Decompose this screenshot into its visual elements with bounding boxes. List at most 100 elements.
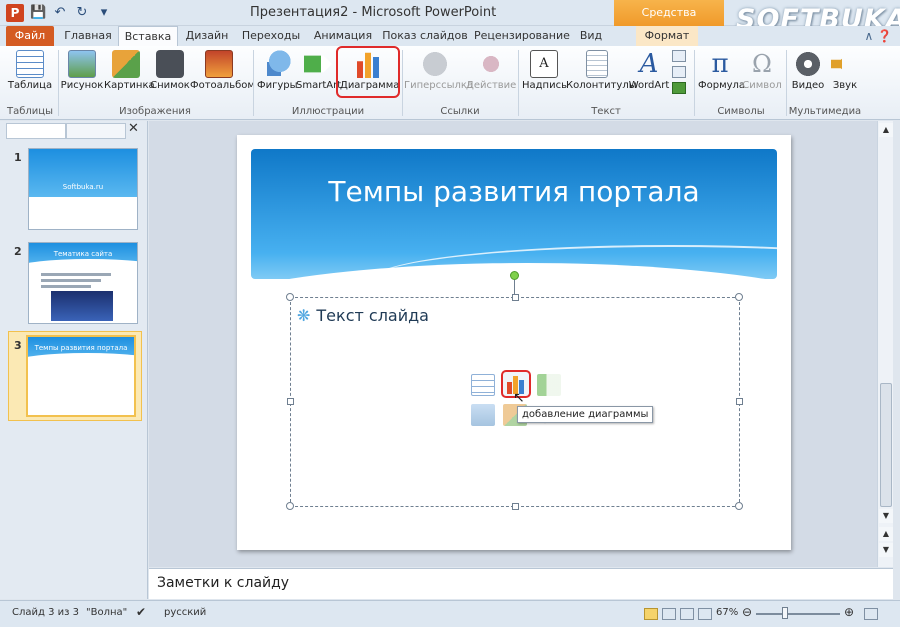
resize-handle[interactable] bbox=[735, 502, 743, 510]
separator bbox=[694, 50, 695, 116]
vertical-scrollbar[interactable]: ▲ ▼ ▲ ▼ bbox=[877, 121, 893, 567]
slide-sorter-icon[interactable] bbox=[662, 608, 676, 620]
chart-tooltip: добавление диаграммы bbox=[517, 406, 654, 423]
rotation-handle[interactable] bbox=[510, 271, 519, 280]
group-media: Мультимедиа bbox=[788, 106, 862, 117]
resize-handle[interactable] bbox=[287, 398, 294, 405]
tab-view[interactable]: Вид bbox=[574, 26, 608, 46]
small-text-buttons[interactable] bbox=[672, 50, 690, 94]
tab-slides[interactable] bbox=[6, 123, 66, 139]
tab-file[interactable]: Файл bbox=[6, 26, 54, 46]
thumb-number: 2 bbox=[14, 245, 22, 258]
help-icons[interactable]: ∧ ❓ bbox=[864, 29, 892, 43]
speaker-icon bbox=[831, 51, 851, 77]
resize-handle[interactable] bbox=[512, 503, 519, 510]
photoalbum-icon bbox=[205, 50, 233, 78]
textbox-icon: A bbox=[530, 50, 558, 78]
textbox-button[interactable]: A Надпись bbox=[522, 50, 567, 91]
zoom-out-icon[interactable]: ⊖ bbox=[742, 605, 752, 619]
save-icon[interactable]: 💾 bbox=[30, 5, 46, 21]
theme-name[interactable]: "Волна" bbox=[86, 607, 127, 618]
headerfooter-button[interactable]: Колонтитулы bbox=[566, 50, 637, 91]
mouse-cursor-icon: ↖ bbox=[513, 390, 525, 406]
status-bar: Слайд 3 из 3 "Волна" ✔ русский 67% ⊖ ⊕ bbox=[0, 600, 900, 627]
thumb-wave bbox=[28, 353, 134, 369]
slide-thumbnail-3[interactable]: Темпы развития портала bbox=[26, 335, 136, 417]
resize-handle[interactable] bbox=[736, 398, 743, 405]
language[interactable]: русский bbox=[164, 607, 206, 618]
spellcheck-icon[interactable]: ✔ bbox=[136, 605, 146, 619]
insert-picture-icon[interactable] bbox=[471, 404, 495, 426]
shapes-button[interactable]: Фигуры bbox=[257, 50, 298, 91]
picture-button[interactable]: Рисунок bbox=[60, 50, 104, 91]
hyperlink-button[interactable]: Гиперссылка bbox=[404, 50, 473, 91]
tab-outline[interactable] bbox=[66, 123, 126, 139]
tab-format[interactable]: Формат bbox=[636, 26, 698, 46]
body-text[interactable]: ❋ Текст слайда bbox=[297, 306, 429, 325]
table-button[interactable]: Таблица bbox=[6, 50, 54, 91]
scroll-up-icon[interactable]: ▲ bbox=[879, 123, 893, 137]
zoom-in-icon[interactable]: ⊕ bbox=[844, 605, 854, 619]
close-icon[interactable]: ✕ bbox=[128, 121, 139, 136]
zoom-slider-knob[interactable] bbox=[782, 607, 788, 619]
screenshot-button[interactable]: Снимок bbox=[150, 50, 190, 91]
resize-handle[interactable] bbox=[735, 293, 743, 301]
audio-button[interactable]: Звук bbox=[830, 50, 860, 91]
slideshow-icon[interactable] bbox=[698, 608, 712, 620]
tab-home[interactable]: Главная bbox=[60, 26, 116, 46]
next-slide-icon[interactable]: ▼ bbox=[879, 543, 893, 557]
redo-icon[interactable]: ↻ bbox=[74, 5, 90, 21]
group-links: Ссылки bbox=[440, 106, 480, 117]
smartart-button[interactable]: SmartArt bbox=[296, 50, 341, 91]
separator bbox=[402, 50, 403, 116]
customize-qat-icon[interactable]: ▾ bbox=[96, 5, 112, 21]
context-tab-group: Средства рисования bbox=[614, 0, 724, 45]
powerpoint-icon[interactable]: P bbox=[6, 4, 24, 22]
reading-view-icon[interactable] bbox=[680, 608, 694, 620]
slide-thumbnail-1[interactable]: Softbuka.ru bbox=[28, 148, 138, 230]
tab-slideshow[interactable]: Показ слайдов bbox=[382, 26, 468, 46]
notes-pane[interactable]: Заметки к слайду bbox=[149, 568, 893, 599]
fit-to-window-icon[interactable] bbox=[864, 608, 878, 620]
date-icon[interactable] bbox=[672, 50, 686, 62]
slide-thumbnail-2[interactable]: Тематика сайта bbox=[28, 242, 138, 324]
thumb-wave bbox=[29, 199, 137, 229]
thumb-number: 1 bbox=[14, 151, 22, 164]
tab-transitions[interactable]: Переходы bbox=[240, 26, 302, 46]
video-button[interactable]: Видео bbox=[788, 50, 828, 91]
resize-handle[interactable] bbox=[512, 294, 519, 301]
undo-icon[interactable]: ↶ bbox=[52, 5, 68, 21]
current-slide[interactable]: Темпы развития портала ❋ Текст слайда ↖ д… bbox=[237, 135, 791, 550]
clipart-button[interactable]: Картинка bbox=[104, 50, 155, 91]
tab-insert[interactable]: Вставка bbox=[118, 26, 178, 47]
scroll-down-icon[interactable]: ▼ bbox=[879, 509, 893, 523]
thumb-title: Темпы развития портала bbox=[34, 344, 128, 352]
normal-view-icon[interactable] bbox=[644, 608, 658, 620]
symbol-button[interactable]: Ω Символ bbox=[742, 50, 782, 91]
tab-review[interactable]: Рецензирование bbox=[474, 26, 570, 46]
insert-table-icon[interactable] bbox=[471, 374, 495, 396]
resize-handle[interactable] bbox=[286, 293, 294, 301]
tab-animation[interactable]: Анимация bbox=[310, 26, 376, 46]
equation-button[interactable]: π Формула bbox=[698, 50, 745, 91]
slide-number-icon[interactable] bbox=[672, 66, 686, 78]
insert-smartart-icon[interactable] bbox=[537, 374, 561, 396]
scrollbar-thumb[interactable] bbox=[880, 383, 892, 507]
action-button[interactable]: Действие bbox=[466, 50, 516, 91]
zoom-slider[interactable] bbox=[756, 613, 840, 615]
zoom-level[interactable]: 67% bbox=[716, 607, 738, 618]
slide-title[interactable]: Темпы развития портала bbox=[251, 175, 777, 208]
tab-design[interactable]: Дизайн bbox=[182, 26, 232, 46]
globe-link-icon bbox=[421, 50, 449, 78]
slide-header-band bbox=[251, 149, 791, 279]
smartart-icon bbox=[304, 55, 332, 73]
object-icon[interactable] bbox=[672, 82, 686, 94]
content-placeholder[interactable]: ❋ Текст слайда ↖ добавление диаграммы bbox=[286, 293, 743, 510]
omega-icon: Ω bbox=[752, 50, 772, 78]
photoalbum-button[interactable]: Фотоальбом bbox=[190, 50, 255, 91]
action-icon bbox=[477, 50, 505, 78]
wordart-button[interactable]: A WordArt bbox=[628, 50, 670, 91]
clipart-icon bbox=[112, 50, 140, 78]
resize-handle[interactable] bbox=[286, 502, 294, 510]
previous-slide-icon[interactable]: ▲ bbox=[879, 527, 893, 541]
